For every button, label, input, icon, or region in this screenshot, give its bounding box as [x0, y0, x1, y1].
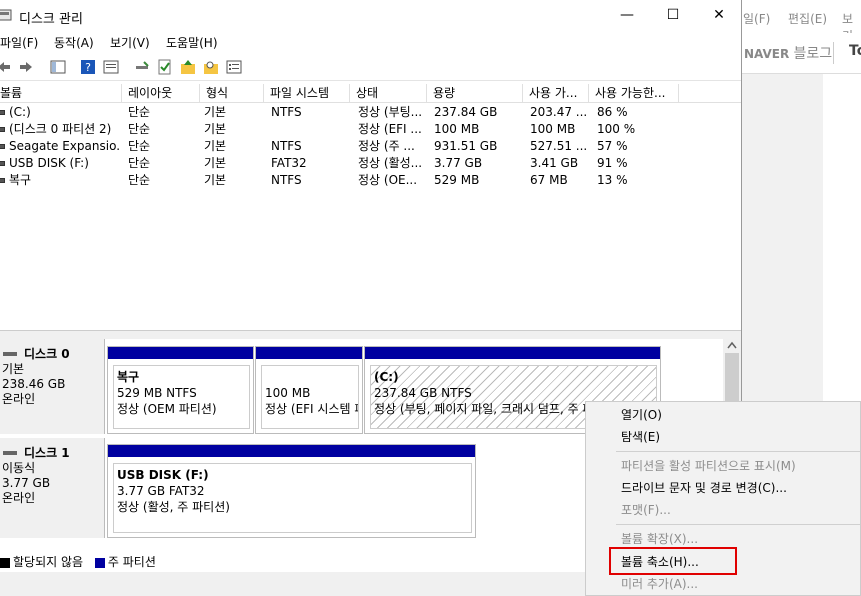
volume-icon: [0, 161, 5, 166]
column-header-layout[interactable]: 레이아웃: [122, 84, 200, 102]
legend: 할당되지 않음 주 파티션: [0, 554, 156, 570]
search-folder-icon[interactable]: [203, 59, 219, 75]
volume-row[interactable]: (C:) 단순 기본 NTFS 정상 (부팅... 237.84 GB 203.…: [0, 104, 741, 121]
connect-icon[interactable]: [134, 59, 150, 75]
checkmark-icon[interactable]: [157, 59, 173, 75]
disk-0-label[interactable]: 디스크 0 기본 238.46 GB 온라인: [0, 339, 105, 434]
partition-bar: [108, 347, 253, 359]
partition-efi[interactable]: 100 MB 정상 (EFI 시스템 파: [255, 346, 363, 434]
scroll-up-icon[interactable]: [727, 341, 737, 349]
menu-item-change-drive-letter[interactable]: 드라이브 문자 및 경로 변경(C)...: [621, 478, 787, 498]
minimize-button[interactable]: —: [604, 0, 650, 31]
volume-row[interactable]: (디스크 0 파티션 2) 단순 기본 정상 (EFI ... 100 MB 1…: [0, 121, 741, 138]
back-arrow-icon[interactable]: [0, 59, 12, 75]
toolbar: ?: [0, 53, 741, 81]
volume-list-header: 볼륨 레이아웃 형식 파일 시스템 상태 용량 사용 가... 사용 가능한..…: [0, 84, 741, 103]
volume-row[interactable]: 복구 단순 기본 NTFS 정상 (OE... 529 MB 67 MB 13 …: [0, 172, 741, 189]
menu-action[interactable]: 동작(A): [54, 34, 94, 51]
background-tab-text: To: [849, 43, 861, 59]
menu-help[interactable]: 도움말(H): [166, 34, 218, 51]
column-header-volume[interactable]: 볼륨: [0, 84, 122, 102]
svg-text:?: ?: [85, 61, 91, 74]
properties-icon[interactable]: [103, 59, 119, 75]
partition-usb-disk[interactable]: USB DISK (F:) 3.77 GB FAT32 정상 (활성, 주 파티…: [107, 444, 476, 538]
disk-1-label[interactable]: 디스크 1 이동식 3.77 GB 온라인: [0, 438, 105, 538]
title-bar: 디스크 관리 — ☐ ✕: [0, 0, 741, 31]
close-button[interactable]: ✕: [696, 0, 742, 31]
shrink-volume-highlight-box: [609, 547, 737, 575]
menu-item-mark-active: 파티션을 활성 파티션으로 표시(M): [621, 459, 796, 473]
menu-file[interactable]: 파일(F): [0, 34, 38, 51]
console-tree-icon[interactable]: [50, 59, 66, 75]
partition-bar: [108, 445, 475, 457]
column-header-status[interactable]: 상태: [350, 84, 427, 102]
column-header-free-space[interactable]: 사용 가...: [523, 84, 589, 102]
volume-row[interactable]: USB DISK (F:) 단순 기본 FAT32 정상 (활성... 3.77…: [0, 155, 741, 172]
partition-bar: [256, 347, 362, 359]
volume-icon: [0, 110, 5, 115]
primary-partition-swatch: [94, 557, 105, 568]
menu-item-format: 포맷(F)...: [621, 503, 671, 517]
menu-separator: [616, 524, 860, 525]
menu-bar: 파일(F) 동작(A) 보기(V) 도움말(H): [0, 31, 741, 53]
menu-view[interactable]: 보기(V): [110, 34, 150, 51]
background-menu-item[interactable]: 일(F): [743, 10, 770, 27]
background-menu-item[interactable]: 편집(E): [788, 10, 827, 27]
column-header-capacity[interactable]: 용량: [427, 84, 523, 102]
hard-disk-icon: [3, 352, 17, 356]
background-menubar: 일(F) 편집(E) 보기(V): [741, 0, 861, 58]
up-folder-icon[interactable]: [180, 59, 196, 75]
disk-management-app-icon: [0, 9, 12, 21]
naver-blog-logo[interactable]: NAVER 블로그: [744, 43, 832, 63]
menu-item-open[interactable]: 열기(O): [621, 405, 662, 425]
column-header-type[interactable]: 형식: [200, 84, 264, 102]
list-view-icon[interactable]: [226, 59, 242, 75]
forward-arrow-icon[interactable]: [18, 59, 34, 75]
maximize-button[interactable]: ☐: [650, 0, 696, 31]
volume-icon: [0, 178, 5, 183]
removable-disk-icon: [3, 451, 17, 455]
menu-item-extend-volume: 볼륨 확장(X)...: [621, 532, 699, 546]
window-title: 디스크 관리: [19, 12, 83, 27]
background-tabbar: NAVER 블로그 To: [741, 33, 861, 74]
partition-bar: [365, 347, 660, 359]
menu-item-add-mirror: 미러 추가(A)...: [621, 577, 698, 591]
column-header-percent-free[interactable]: 사용 가능한...: [589, 84, 679, 102]
volume-icon: [0, 127, 5, 132]
menu-separator: [616, 451, 860, 452]
divider: [833, 42, 834, 64]
menu-item-explore[interactable]: 탐색(E): [621, 427, 660, 447]
volume-row[interactable]: Seagate Expansio... 단순 기본 NTFS 정상 (주 ...…: [0, 138, 741, 155]
column-header-filesystem[interactable]: 파일 시스템: [264, 84, 350, 102]
help-icon[interactable]: ?: [80, 59, 96, 75]
partition-recovery[interactable]: 복구 529 MB NTFS 정상 (OEM 파티션): [107, 346, 254, 434]
volume-icon: [0, 144, 5, 149]
unallocated-swatch: [0, 557, 10, 568]
